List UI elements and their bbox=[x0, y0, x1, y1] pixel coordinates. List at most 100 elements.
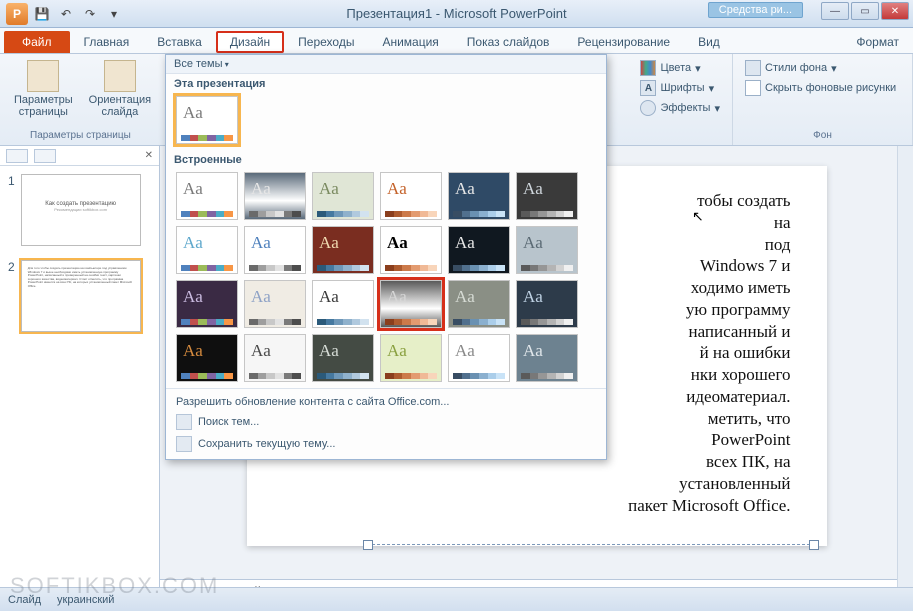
redo-icon[interactable]: ↷ bbox=[80, 4, 100, 24]
theme-thumb[interactable]: Aa bbox=[244, 334, 306, 382]
orientation-label: Ориентация слайда bbox=[89, 94, 151, 118]
status-language[interactable]: украинский bbox=[57, 594, 114, 606]
theme-thumb[interactable]: Aa bbox=[516, 280, 578, 328]
theme-color-stripe bbox=[317, 265, 369, 271]
fonts-icon: A bbox=[640, 80, 656, 96]
orientation-button[interactable]: Ориентация слайда bbox=[83, 58, 157, 120]
fonts-button[interactable]: AШрифты ▾ bbox=[636, 78, 718, 98]
gallery-search-themes[interactable]: Поиск тем... bbox=[174, 411, 598, 433]
thumb-number: 2 bbox=[8, 260, 15, 332]
status-bar: Слайд украинский bbox=[0, 587, 913, 611]
slides-tab[interactable] bbox=[6, 149, 28, 163]
gallery-footer: Разрешить обновление контента с сайта Of… bbox=[166, 388, 606, 459]
theme-thumb[interactable]: Aa bbox=[312, 280, 374, 328]
theme-thumb[interactable]: Aa bbox=[244, 280, 306, 328]
theme-thumb[interactable]: Aa bbox=[312, 172, 374, 220]
theme-thumb[interactable]: Aa bbox=[448, 334, 510, 382]
qat-customize-icon[interactable]: ▾ bbox=[104, 4, 124, 24]
theme-color-stripe bbox=[453, 211, 505, 217]
theme-thumb[interactable]: Aa bbox=[448, 226, 510, 274]
tab-transitions[interactable]: Переходы bbox=[284, 31, 368, 53]
bg-styles-icon bbox=[745, 60, 761, 76]
theme-color-stripe bbox=[385, 211, 437, 217]
tab-home[interactable]: Главная bbox=[70, 31, 144, 53]
theme-thumb[interactable]: Aa bbox=[380, 172, 442, 220]
theme-color-stripe bbox=[521, 265, 573, 271]
theme-thumb[interactable]: Aa bbox=[516, 226, 578, 274]
gallery-enable-office-update[interactable]: Разрешить обновление контента с сайта Of… bbox=[174, 393, 598, 411]
page-setup-button[interactable]: Параметры страницы bbox=[8, 58, 79, 120]
gallery-all-themes-header[interactable]: Все темы bbox=[166, 55, 606, 74]
search-icon bbox=[176, 414, 192, 430]
theme-thumb[interactable]: Aa bbox=[516, 334, 578, 382]
page-setup-icon bbox=[27, 60, 59, 92]
colors-button[interactable]: Цвета ▾ bbox=[636, 58, 704, 78]
tab-slideshow[interactable]: Показ слайдов bbox=[453, 31, 564, 53]
tab-view[interactable]: Вид bbox=[684, 31, 734, 53]
checkbox-icon bbox=[745, 80, 761, 96]
theme-thumb[interactable]: Aa bbox=[176, 334, 238, 382]
contextual-tab-drawing-tools[interactable]: Средства ри... bbox=[708, 2, 803, 18]
theme-color-stripe bbox=[317, 373, 369, 379]
save-icon[interactable]: 💾 bbox=[32, 4, 52, 24]
group-label-bg: Фон bbox=[813, 130, 832, 141]
theme-thumb[interactable]: Aa bbox=[312, 226, 374, 274]
maximize-button[interactable]: ▭ bbox=[851, 2, 879, 20]
theme-thumb[interactable]: Aa bbox=[380, 334, 442, 382]
theme-color-stripe bbox=[385, 265, 437, 271]
theme-color-stripe bbox=[181, 319, 233, 325]
panel-close-icon[interactable]: ✕ bbox=[145, 150, 153, 161]
ribbon-tabs: Файл Главная Вставка Дизайн Переходы Ани… bbox=[0, 28, 913, 54]
slide-panel-tabs: ✕ bbox=[0, 146, 159, 166]
theme-color-stripe bbox=[249, 319, 301, 325]
theme-thumb-current[interactable]: Aa bbox=[176, 96, 238, 144]
textframe-selection-handles[interactable] bbox=[367, 544, 815, 556]
theme-color-stripe bbox=[521, 211, 573, 217]
undo-icon[interactable]: ↶ bbox=[56, 4, 76, 24]
theme-gallery-dropdown: Все темы Эта презентация Aa Встроенные A… bbox=[165, 54, 607, 460]
tab-format[interactable]: Формат bbox=[842, 31, 913, 53]
slide-panel: ✕ 1 Как создать презентацию Рекомендации… bbox=[0, 146, 160, 587]
theme-thumb[interactable]: Aa bbox=[516, 172, 578, 220]
app-icon[interactable]: P bbox=[6, 3, 28, 25]
tab-design[interactable]: Дизайн bbox=[216, 31, 284, 53]
vertical-scrollbar[interactable] bbox=[897, 146, 913, 587]
thumb-number: 1 bbox=[8, 174, 15, 246]
theme-color-stripe bbox=[249, 265, 301, 271]
save-theme-icon bbox=[176, 436, 192, 452]
theme-thumb[interactable]: Aa bbox=[380, 226, 442, 274]
hide-bg-checkbox[interactable]: Скрыть фоновые рисунки bbox=[741, 78, 900, 98]
quick-access-toolbar: P 💾 ↶ ↷ ▾ bbox=[0, 3, 130, 25]
theme-thumb[interactable]: Aa bbox=[312, 334, 374, 382]
theme-color-stripe bbox=[385, 319, 437, 325]
theme-color-stripe bbox=[317, 319, 369, 325]
bg-styles-button[interactable]: Стили фона ▾ bbox=[741, 58, 841, 78]
close-button[interactable]: ✕ bbox=[881, 2, 909, 20]
theme-thumb[interactable]: Aa bbox=[176, 280, 238, 328]
theme-thumb[interactable]: Aa bbox=[448, 280, 510, 328]
theme-thumb[interactable]: Aa bbox=[244, 172, 306, 220]
status-slide-info: Слайд bbox=[8, 594, 41, 606]
tab-animation[interactable]: Анимация bbox=[368, 31, 452, 53]
group-label-page-setup: Параметры страницы bbox=[30, 130, 131, 141]
effects-button[interactable]: Эффекты ▾ bbox=[636, 98, 724, 118]
slide-thumbnail-2[interactable]: Для того чтобы создать презентацию на ко… bbox=[21, 260, 141, 332]
tab-insert[interactable]: Вставка bbox=[143, 31, 216, 53]
tab-file[interactable]: Файл bbox=[4, 31, 70, 53]
outline-tab[interactable] bbox=[34, 149, 56, 163]
gallery-save-current-theme[interactable]: Сохранить текущую тему... bbox=[174, 433, 598, 455]
theme-thumb[interactable]: Aa bbox=[244, 226, 306, 274]
cursor-icon: ↖ bbox=[692, 208, 704, 225]
title-bar: P 💾 ↶ ↷ ▾ Презентация1 - Microsoft Power… bbox=[0, 0, 913, 28]
tab-review[interactable]: Рецензирование bbox=[563, 31, 684, 53]
orientation-icon bbox=[104, 60, 136, 92]
minimize-button[interactable]: — bbox=[821, 2, 849, 20]
theme-color-stripe bbox=[521, 373, 573, 379]
theme-thumb[interactable]: Aa bbox=[176, 226, 238, 274]
theme-thumb[interactable]: Aa bbox=[448, 172, 510, 220]
theme-thumb[interactable]: Aa bbox=[380, 280, 442, 328]
theme-thumb[interactable]: Aa bbox=[176, 172, 238, 220]
theme-color-stripe bbox=[521, 319, 573, 325]
slide-thumbnail-1[interactable]: Как создать презентацию Рекомендации sof… bbox=[21, 174, 141, 246]
theme-color-stripe bbox=[453, 319, 505, 325]
